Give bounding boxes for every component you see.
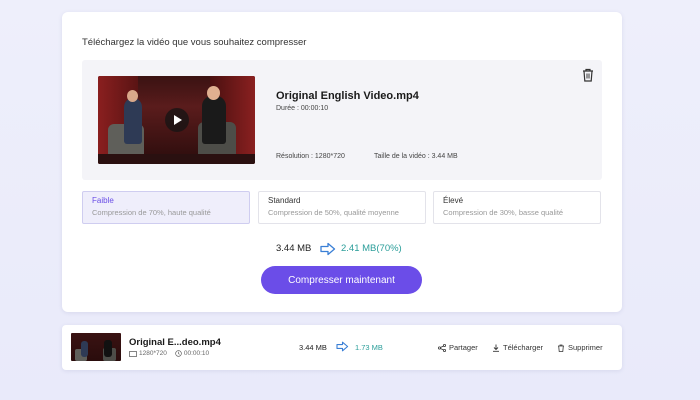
option-standard[interactable]: Standard Compression de 50%, qualité moy… — [258, 191, 426, 224]
download-label: Télécharger — [503, 343, 544, 352]
result-meta: 1280*720 00:00:10 — [129, 350, 209, 357]
option-faible[interactable]: Faible Compression de 70%, haute qualité — [82, 191, 250, 224]
option-title: Faible — [92, 196, 114, 205]
option-title: Standard — [268, 196, 301, 205]
compress-card: Téléchargez la vidéo que vous souhaitez … — [62, 12, 622, 312]
original-size: 3.44 MB — [276, 243, 312, 254]
result-title: Original E...deo.mp4 — [129, 337, 221, 348]
resolution-icon — [129, 350, 137, 357]
upload-heading: Téléchargez la vidéo que vous souhaitez … — [82, 37, 307, 48]
share-icon — [438, 343, 446, 352]
arrow-right-icon — [336, 341, 349, 352]
option-desc: Compression de 70%, haute qualité — [92, 208, 211, 217]
result-original-size: 3.44 MB — [299, 343, 327, 352]
share-button[interactable]: Partager — [438, 343, 478, 352]
video-size: Taille de la vidéo : 3.44 MB — [374, 153, 458, 160]
delete-icon — [558, 344, 564, 352]
option-title: Élevé — [443, 196, 464, 205]
result-duration: 00:00:10 — [183, 350, 210, 357]
size-comparison: 3.44 MB 2.41 MB(70%) — [62, 242, 622, 257]
compressed-size: 2.41 MB(70%) — [341, 243, 402, 254]
result-compressed-size: 1.73 MB — [355, 343, 383, 352]
option-desc: Compression de 50%, qualité moyenne — [268, 208, 399, 217]
result-resolution: 1280*720 — [139, 350, 167, 357]
result-thumbnail — [71, 333, 121, 361]
option-eleve[interactable]: Élevé Compression de 30%, basse qualité — [433, 191, 601, 224]
play-icon[interactable] — [165, 108, 189, 132]
video-duration: Durée : 00:00:10 — [276, 105, 329, 112]
trash-icon[interactable] — [582, 68, 594, 82]
arrow-right-icon — [320, 242, 336, 256]
share-label: Partager — [449, 343, 478, 352]
video-preview-box: Original English Video.mp4 Durée : 00:00… — [82, 60, 602, 180]
delete-button[interactable]: Supprimer — [557, 343, 603, 352]
video-thumbnail[interactable] — [98, 76, 255, 164]
video-resolution: Résolution : 1280*720 — [276, 153, 345, 160]
video-title: Original English Video.mp4 — [276, 90, 419, 102]
result-row: Original E...deo.mp4 1280*720 00:00:10 3… — [62, 325, 622, 370]
delete-label: Supprimer — [568, 343, 603, 352]
compress-button[interactable]: Compresser maintenant — [261, 266, 422, 294]
download-button[interactable]: Télécharger — [492, 343, 543, 352]
option-desc: Compression de 30%, basse qualité — [443, 208, 564, 217]
download-icon — [493, 344, 499, 352]
clock-icon — [175, 350, 182, 357]
